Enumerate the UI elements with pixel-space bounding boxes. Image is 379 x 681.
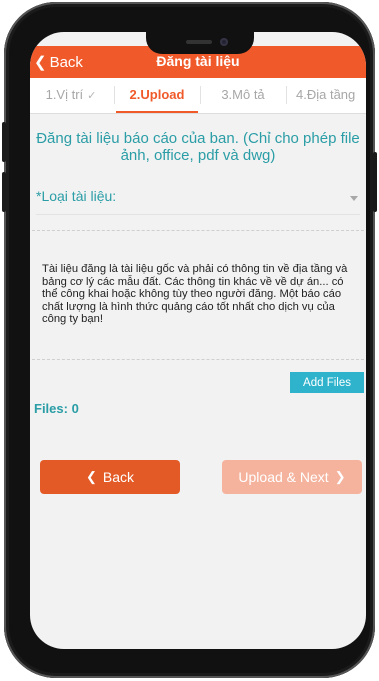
tab-upload[interactable]: 2.Upload <box>116 78 198 113</box>
back-button-label: Back <box>102 469 135 485</box>
tab-divider <box>286 86 287 104</box>
notch <box>146 32 254 54</box>
add-files-button[interactable]: Add Files <box>290 372 364 393</box>
tab-location-label: 1.Vị trí <box>45 87 84 102</box>
speaker-icon <box>186 40 212 44</box>
tab-upload-label: 2.Upload <box>129 87 185 102</box>
tab-stratigraphy[interactable]: 4.Địa tầng <box>288 78 366 112</box>
phone-frame: ❮ Back Đăng tài liệu 1.Vị trí ✓ 2.Upload … <box>2 2 377 678</box>
tab-description[interactable]: 3.Mô tả <box>202 78 284 112</box>
tab-description-label: 3.Mô tả <box>221 87 265 102</box>
files-count: Files: 0 <box>34 401 79 416</box>
back-button[interactable]: ❮ Back <box>40 460 180 494</box>
volume-down-button <box>2 172 6 212</box>
power-button <box>373 152 377 212</box>
document-type-label: *Loại tài liệu: <box>36 188 117 204</box>
chevron-right-icon: ❯ <box>334 469 346 484</box>
tab-stratigraphy-label: 4.Địa tầng <box>296 87 356 102</box>
chevron-left-icon: ❮ <box>85 469 97 484</box>
tab-location[interactable]: 1.Vị trí ✓ <box>30 78 112 112</box>
tab-divider <box>114 86 115 104</box>
camera-icon <box>220 38 228 46</box>
tab-divider <box>200 86 201 104</box>
upload-next-button[interactable]: Upload & Next ❯ <box>222 460 362 494</box>
volume-up-button <box>2 122 6 162</box>
document-type-select[interactable]: *Loại tài liệu: <box>36 184 360 215</box>
upload-next-label: Upload & Next <box>238 469 329 485</box>
chevron-down-icon <box>350 196 358 201</box>
upload-note-text: Tài liệu đăng là tài liệu gốc và phải có… <box>42 263 348 325</box>
step-tabs: 1.Vị trí ✓ 2.Upload 3.Mô tả 4.Địa tầng <box>30 78 366 114</box>
page-title: Đăng tài liệu <box>156 53 240 69</box>
upload-note-box: Tài liệu đăng là tài liệu gốc và phải có… <box>32 230 364 360</box>
check-icon: ✓ <box>87 90 97 102</box>
app-screen: ❮ Back Đăng tài liệu 1.Vị trí ✓ 2.Upload … <box>30 32 366 649</box>
upload-instructions: Đăng tài liệu báo cáo của ban. (Chỉ cho … <box>36 130 360 164</box>
